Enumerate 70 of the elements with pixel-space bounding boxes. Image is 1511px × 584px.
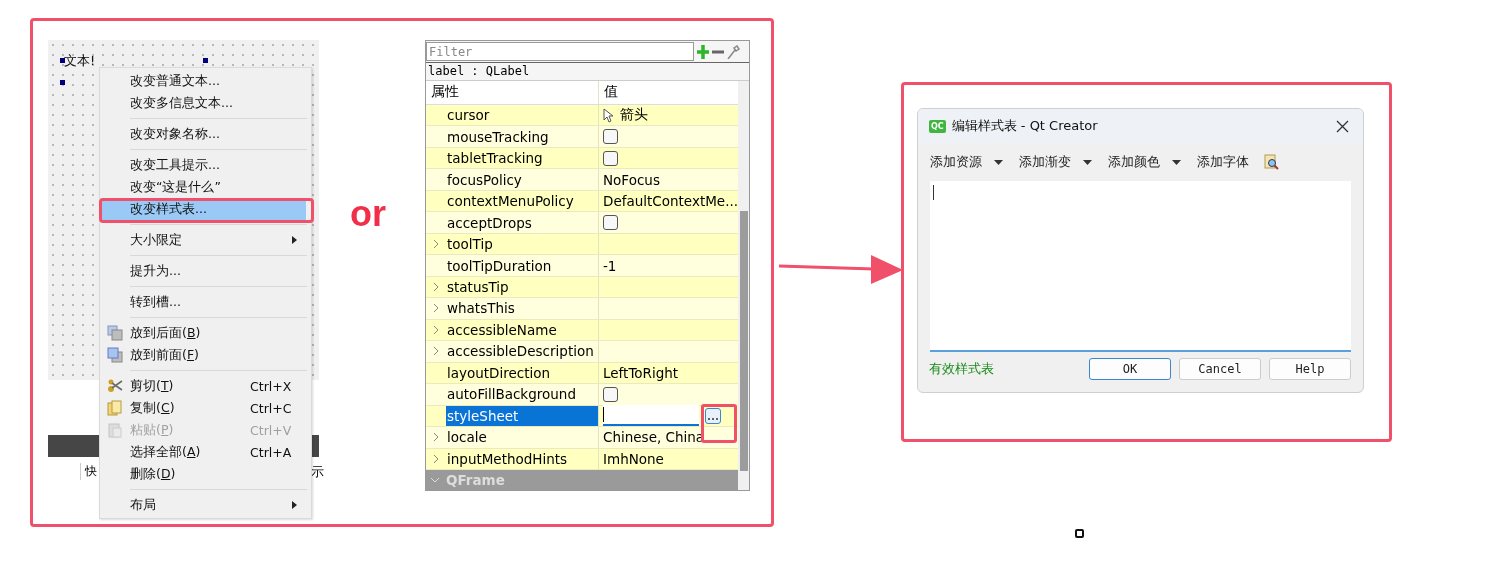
add-icon xyxy=(697,44,709,59)
magnifier-icon[interactable] xyxy=(1263,154,1279,170)
resize-handle[interactable] xyxy=(203,58,208,63)
scrollbar[interactable] xyxy=(738,81,749,490)
menu-item[interactable]: 转到槽... xyxy=(100,291,311,313)
arrow-icon xyxy=(779,253,904,285)
property-name[interactable]: inputMethodHints xyxy=(426,448,599,470)
property-name[interactable]: cursor xyxy=(426,104,599,126)
menu-item[interactable]: 复制(C) Ctrl+C xyxy=(100,397,311,419)
checkbox[interactable] xyxy=(603,129,618,145)
property-value: 箭头 xyxy=(620,106,648,125)
cursor-icon xyxy=(603,107,614,123)
property-value: NoFocus xyxy=(603,171,660,188)
menu-item[interactable]: 改变对象名称... xyxy=(100,123,311,145)
property-value: ImhNone xyxy=(603,450,664,467)
menu-item[interactable]: 大小限定 xyxy=(100,229,311,251)
resize-handle[interactable] xyxy=(60,80,65,85)
dialog-button[interactable]: OK xyxy=(1089,358,1171,380)
checkbox[interactable] xyxy=(603,215,618,231)
property-name[interactable]: locale xyxy=(426,427,599,448)
property-name[interactable]: focusPolicy xyxy=(426,169,599,190)
group-header: QFrame xyxy=(426,470,739,490)
dialog-button[interactable]: Help xyxy=(1269,358,1351,380)
menu-item[interactable]: 改变工具提示... xyxy=(100,154,311,176)
toolbar-button[interactable]: 添加资源 xyxy=(928,151,1005,173)
window-title: 编辑样式表 - Qt Creator xyxy=(951,117,1099,135)
object-label: label : QLabel xyxy=(426,63,749,81)
menu-item[interactable]: 布局 xyxy=(100,494,311,516)
menu-item[interactable]: 选择全部(A) Ctrl+A xyxy=(100,441,311,463)
close-icon[interactable] xyxy=(1336,119,1349,133)
menu-item[interactable]: 改变“这是什么” xyxy=(100,176,311,198)
label-text: 文本! xyxy=(64,52,96,70)
menu-item[interactable]: 提升为... xyxy=(100,260,311,282)
tab-label: 快 xyxy=(80,463,97,480)
toolbar-button[interactable]: 添加颜色 xyxy=(1106,151,1183,173)
dropdown-arrow-icon xyxy=(994,159,1003,165)
property-value: DefaultContextMe... xyxy=(603,193,739,210)
scrollbar-thumb[interactable] xyxy=(740,211,749,471)
column-header: 属性 xyxy=(426,81,599,104)
checkbox[interactable] xyxy=(603,150,618,166)
property-name[interactable]: layoutDirection xyxy=(426,362,599,384)
column-header: 值 xyxy=(603,82,619,102)
toolbar-button[interactable]: 添加字体 xyxy=(1195,151,1251,173)
highlight-frame xyxy=(701,404,737,443)
or-label: or xyxy=(350,193,386,235)
menu-item[interactable]: 改变普通文本... xyxy=(100,70,311,92)
dropdown-arrow-icon xyxy=(1083,159,1092,165)
app-icon: QC xyxy=(929,119,946,133)
property-name[interactable]: contextMenuPolicy xyxy=(426,190,599,212)
dialog-button[interactable]: Cancel xyxy=(1179,358,1261,380)
property-value: -1 xyxy=(603,257,617,274)
menu-item[interactable]: 放到前面(F) xyxy=(100,344,311,366)
browse-button[interactable] xyxy=(705,407,721,424)
toolbar-button[interactable]: 添加渐变 xyxy=(1017,151,1094,173)
status-text: 有效样式表 xyxy=(929,360,995,378)
ellipsis-icon xyxy=(707,416,719,421)
wrench-icon xyxy=(727,44,740,59)
resize-handle[interactable] xyxy=(60,58,65,63)
property-name[interactable]: toolTipDuration xyxy=(426,255,599,276)
menu-item[interactable]: 改变多信息文本... xyxy=(100,92,311,114)
value-field[interactable] xyxy=(603,405,699,427)
menu-item[interactable]: 放到后面(B) xyxy=(100,322,311,344)
menu-item[interactable]: 剪切(T) Ctrl+X xyxy=(100,375,311,397)
tab-label: 示 xyxy=(311,463,324,481)
filter-field[interactable]: Filter xyxy=(426,42,694,61)
property-value: LeftToRight xyxy=(603,364,679,381)
menu-item[interactable]: 删除(D) xyxy=(100,463,311,485)
checkbox[interactable] xyxy=(603,386,618,402)
dropdown-arrow-icon xyxy=(1172,159,1181,165)
square-icon xyxy=(1075,529,1084,538)
